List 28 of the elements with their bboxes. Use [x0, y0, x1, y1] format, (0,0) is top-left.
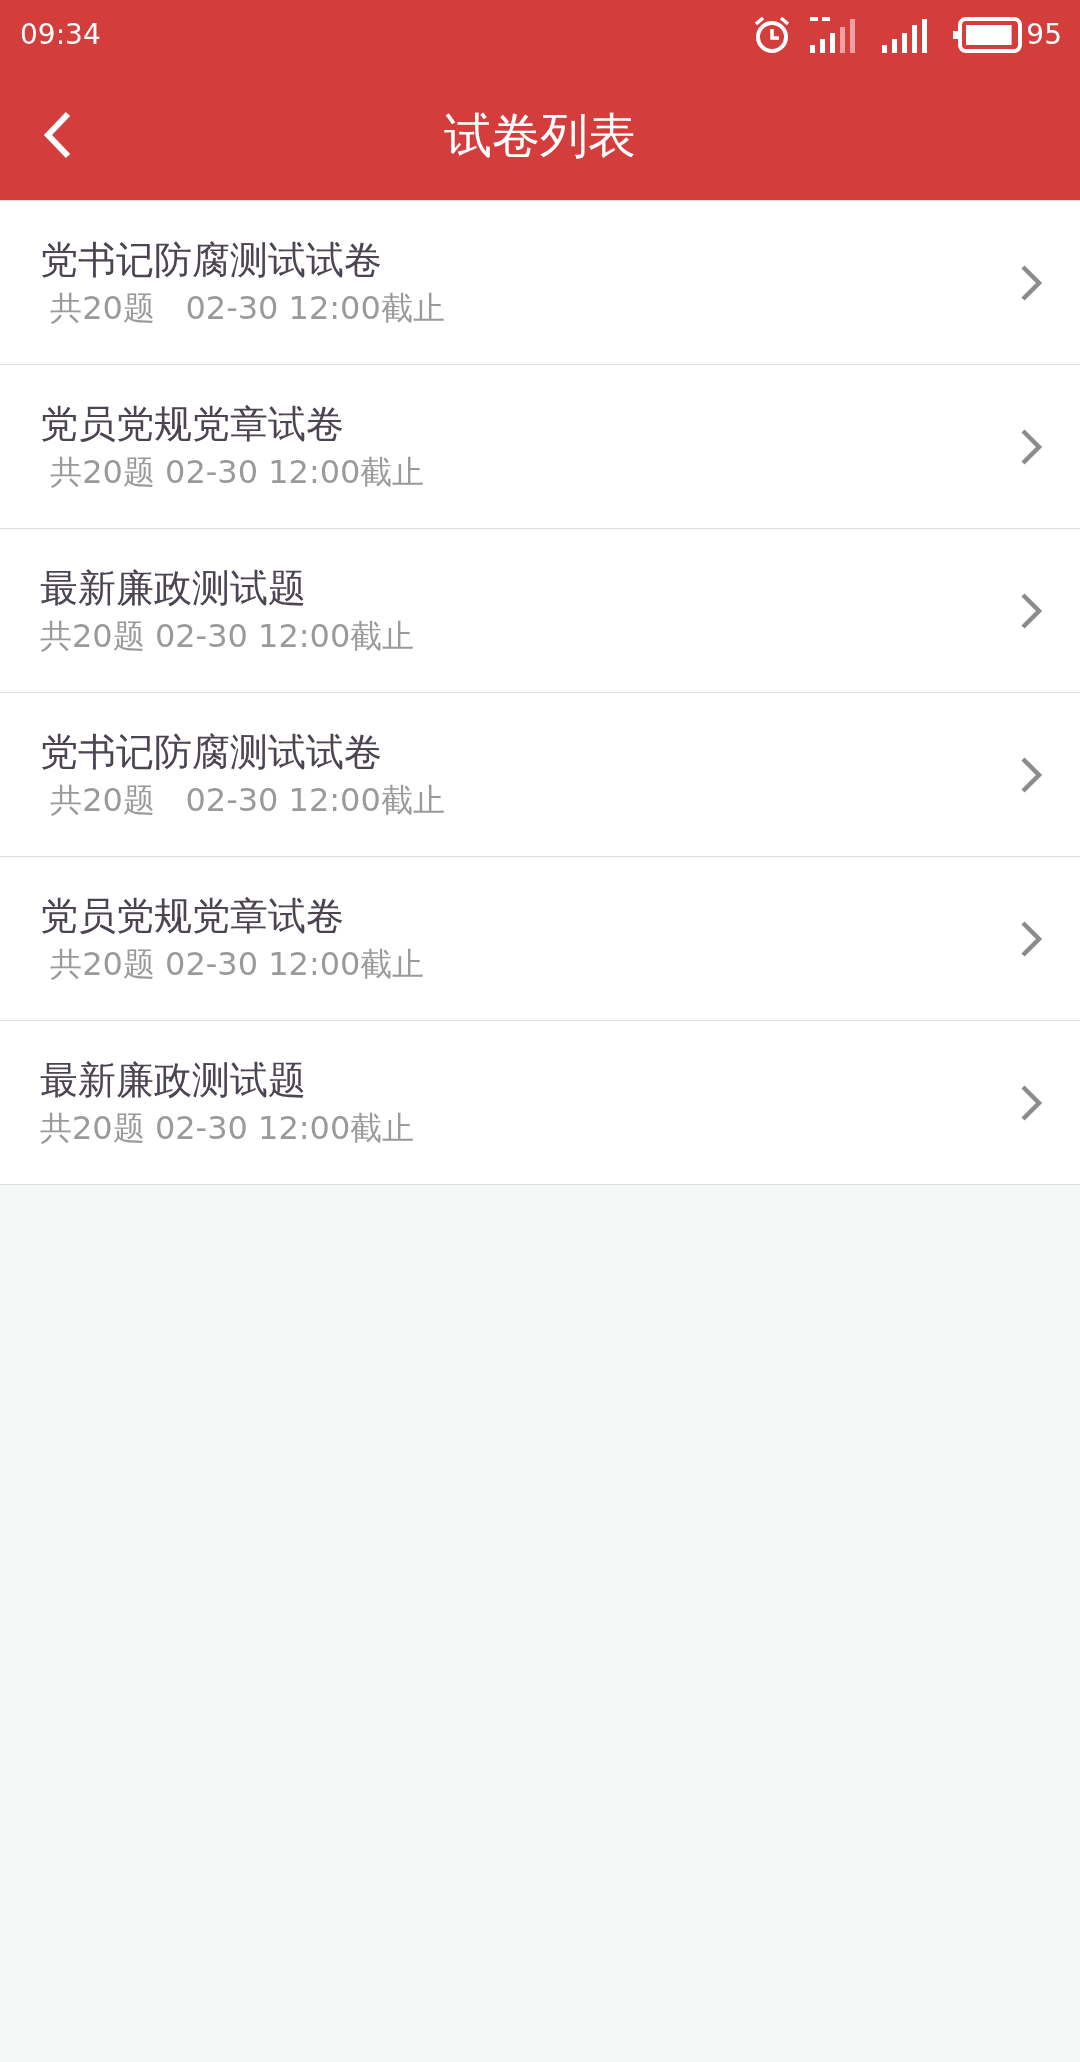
- paper-list-item[interactable]: 党员党规党章试卷 共20题 02-30 12:00截止: [0, 365, 1080, 529]
- battery-icon: [952, 17, 1023, 53]
- status-time: 09:34: [20, 17, 101, 53]
- paper-title: 最新廉政测试题: [40, 1057, 307, 1104]
- page-title: 试卷列表: [444, 106, 636, 165]
- paper-title: 党书记防腐测试试卷: [40, 237, 383, 284]
- paper-title: 党员党规党章试卷: [40, 893, 345, 940]
- chevron-right-icon: [1018, 590, 1044, 631]
- paper-list-item[interactable]: 最新廉政测试题 共20题 02-30 12:00截止: [0, 1021, 1080, 1185]
- chevron-right-icon: [1018, 1082, 1044, 1123]
- chevron-right-icon: [1018, 426, 1044, 467]
- paper-list-item[interactable]: 最新廉政测试题 共20题 02-30 12:00截止: [0, 529, 1080, 693]
- paper-list-item[interactable]: 党员党规党章试卷 共20题 02-30 12:00截止: [0, 857, 1080, 1021]
- paper-list-item[interactable]: 党书记防腐测试试卷 共20题 02-30 12:00截止: [0, 201, 1080, 365]
- paper-list-item[interactable]: 党书记防腐测试试卷 共20题 02-30 12:00截止: [0, 693, 1080, 857]
- paper-title: 党书记防腐测试试卷: [40, 729, 383, 776]
- paper-info: 共20题 02-30 12:00截止: [49, 945, 425, 984]
- battery-percent: 95: [1026, 17, 1062, 53]
- paper-info: 共20题 02-30 12:00截止: [49, 453, 425, 492]
- paper-info: 共20题 02-30 12:00截止: [49, 289, 445, 328]
- paper-info: 共20题 02-30 12:00截止: [49, 781, 445, 820]
- chevron-right-icon: [1018, 262, 1044, 303]
- paper-info: 共20题 02-30 12:00截止: [40, 617, 415, 656]
- chevron-right-icon: [1018, 918, 1044, 959]
- chevron-right-icon: [1018, 754, 1044, 795]
- paper-title: 党员党规党章试卷: [40, 401, 345, 448]
- paper-title: 最新廉政测试题: [40, 565, 307, 612]
- paper-info: 共20题 02-30 12:00截止: [40, 1109, 415, 1148]
